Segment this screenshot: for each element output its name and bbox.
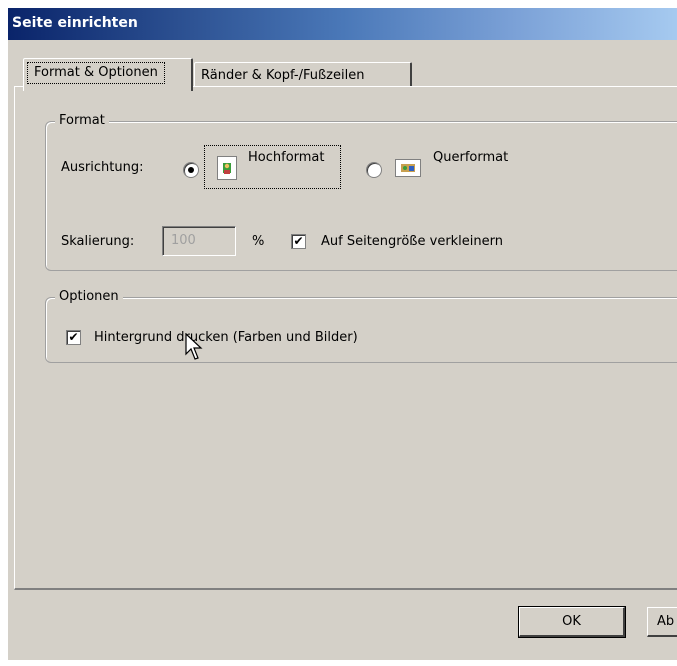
print-background-checkbox[interactable]: ✔: [66, 330, 81, 345]
ok-button[interactable]: OK: [518, 606, 626, 638]
shrink-label[interactable]: Auf Seitengröße verkleinern: [321, 234, 503, 249]
landscape-radio[interactable]: [366, 162, 382, 178]
radio-selected-dot: [188, 167, 194, 173]
landscape-page-icon: [395, 159, 421, 177]
cancel-button[interactable]: Ab: [647, 607, 677, 637]
scale-unit: %: [252, 234, 265, 249]
tab-panel: Format Ausrichtung: Hochformat Querforma…: [14, 86, 677, 590]
title-bar[interactable]: Seite einrichten: [8, 8, 677, 40]
options-group-legend: Optionen: [55, 289, 123, 304]
landscape-label[interactable]: Querformat: [433, 150, 508, 165]
tab-label: Format & Optionen: [27, 62, 165, 84]
scale-label: Skalierung:: [61, 234, 135, 249]
shrink-checkbox[interactable]: ✔: [291, 234, 306, 249]
mouse-pointer-icon: [185, 333, 203, 360]
scale-input[interactable]: 100: [162, 226, 236, 256]
tab-format-options[interactable]: Format & Optionen: [23, 58, 193, 91]
portrait-label[interactable]: Hochformat: [248, 150, 325, 165]
portrait-svg: [223, 163, 231, 174]
tab-label: Ränder & Kopf-/Fußzeilen: [201, 68, 365, 83]
portrait-radio[interactable]: [183, 162, 199, 178]
format-group-legend: Format: [55, 113, 109, 128]
dialog-title: Seite einrichten: [12, 15, 138, 31]
print-background-label[interactable]: Hintergrund drucken (Farben und Bilder): [94, 330, 358, 345]
portrait-page-icon: [217, 156, 237, 180]
landscape-svg: [401, 164, 415, 172]
orientation-label: Ausrichtung:: [61, 160, 144, 175]
